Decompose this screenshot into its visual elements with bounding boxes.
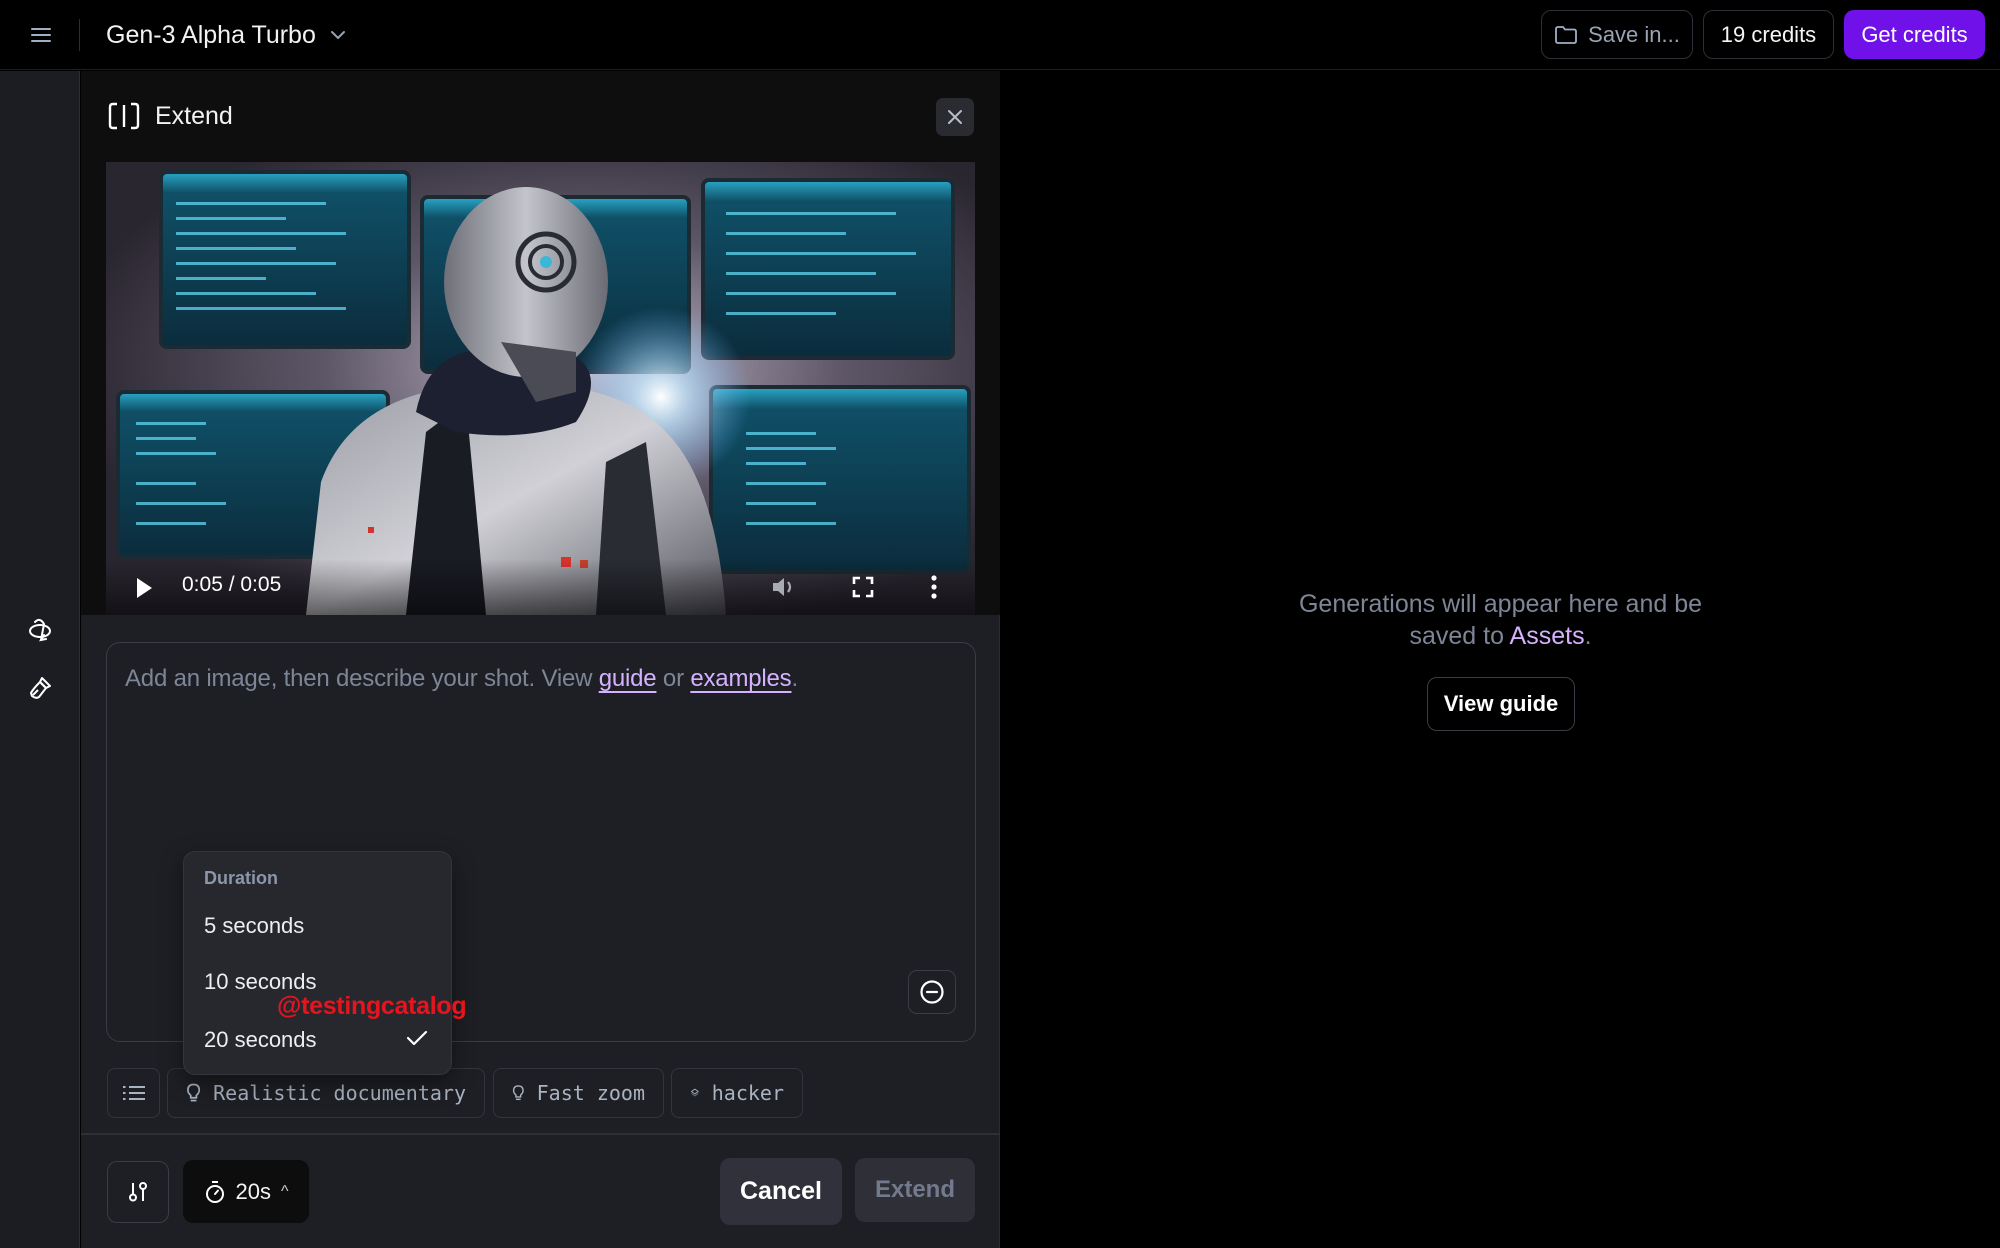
footer-divider	[81, 1133, 1000, 1135]
lightbulb-icon	[512, 1085, 524, 1101]
placeholder-period: .	[791, 665, 798, 692]
empty-line-2: saved to Assets.	[1001, 620, 2000, 652]
credits-label: 19 credits	[1720, 21, 1817, 47]
topbar-divider	[79, 19, 80, 51]
video-player[interactable]: 0:05 / 0:05	[106, 162, 975, 615]
left-rail	[0, 71, 80, 1248]
cancel-label: Cancel	[740, 1177, 822, 1205]
settings-button[interactable]	[107, 1161, 169, 1223]
more-vertical-icon	[931, 575, 937, 599]
video-more-button[interactable]	[924, 571, 944, 603]
panel-title-text: Extend	[155, 101, 233, 130]
model-selector[interactable]: Gen-3 Alpha Turbo	[106, 16, 346, 54]
duration-button[interactable]: 20s ^	[183, 1160, 309, 1223]
list-icon	[122, 1086, 145, 1100]
sliders-icon	[129, 1182, 147, 1202]
duration-dropdown: Duration 5 seconds 10 seconds 20 seconds	[183, 851, 452, 1075]
paintbrush-icon	[30, 677, 51, 699]
chip-label: hacker	[711, 1081, 784, 1105]
option-label: 20 seconds	[204, 1027, 317, 1052]
duration-menu-label: Duration	[204, 868, 278, 888]
menu-button[interactable]	[24, 20, 58, 50]
duration-value: 20s	[235, 1178, 271, 1204]
view-guide-label: View guide	[1443, 691, 1559, 716]
panel-title: Extend	[107, 101, 233, 131]
guide-link[interactable]: guide	[599, 665, 657, 692]
chip-label: Fast zoom	[536, 1081, 645, 1105]
placeholder-or: or	[656, 665, 691, 692]
option-label: 5 seconds	[204, 913, 305, 938]
play-icon	[137, 578, 152, 598]
rail-item-3d[interactable]	[24, 615, 56, 647]
fullscreen-button[interactable]	[847, 571, 879, 603]
chip-fast-zoom[interactable]: Fast zoom	[493, 1068, 664, 1118]
extend-button[interactable]: Extend	[855, 1158, 975, 1222]
lightbulb-icon	[187, 1083, 201, 1102]
close-button[interactable]	[936, 98, 974, 136]
stopwatch-icon	[205, 1180, 224, 1203]
duration-option-20s[interactable]: 20 seconds	[184, 1016, 450, 1064]
rail-item-paint[interactable]	[24, 672, 56, 704]
view-guide-button[interactable]: View guide	[1427, 677, 1575, 731]
video-time: 0:05 / 0:05	[182, 573, 282, 596]
empty-line-1: Generations will appear here and be	[1298, 590, 1703, 618]
generations-area: Generations will appear here and be save…	[1001, 71, 2000, 1248]
save-in-button[interactable]: Save in...	[1541, 10, 1693, 59]
duration-option-5s[interactable]: 5 seconds	[184, 902, 450, 950]
play-button[interactable]	[130, 573, 158, 603]
volume-button[interactable]	[768, 571, 802, 603]
model-name: Gen-3 Alpha Turbo	[106, 20, 316, 49]
hamburger-menu-icon	[31, 28, 51, 42]
chevron-up-icon: ^	[280, 1182, 289, 1200]
cancel-button[interactable]: Cancel	[720, 1158, 842, 1225]
close-icon	[948, 110, 962, 124]
folder-icon	[1555, 25, 1578, 44]
watermark: @testingcatalog	[277, 992, 467, 1020]
empty-line-2-suffix: .	[1584, 622, 1592, 650]
top-bar: Gen-3 Alpha Turbo Save in... 19 credits …	[0, 0, 2000, 70]
prompt-placeholder: Add an image, then describe your shot. V…	[125, 665, 798, 693]
credits-button[interactable]: 19 credits	[1703, 10, 1834, 59]
presets-list-button[interactable]	[107, 1068, 160, 1118]
volume-icon	[773, 578, 792, 596]
chevron-down-icon	[330, 31, 345, 40]
chip-hacker[interactable]: hacker	[671, 1068, 803, 1118]
3d-rotate-icon	[29, 618, 51, 642]
video-frame	[106, 162, 975, 615]
examples-link[interactable]: examples	[690, 665, 791, 692]
empty-line-2-prefix: saved to	[1409, 622, 1510, 650]
chip-realistic-documentary[interactable]: Realistic documentary	[167, 1068, 485, 1118]
check-icon	[406, 1030, 428, 1046]
extend-bracket-icon	[108, 102, 140, 130]
fullscreen-icon	[852, 576, 874, 598]
minus-circle-icon	[920, 980, 944, 1004]
clear-prompt-button[interactable]	[908, 970, 956, 1014]
layers-icon	[691, 1088, 699, 1097]
save-in-label: Save in...	[1588, 21, 1680, 47]
chip-label: Realistic documentary	[213, 1081, 466, 1105]
empty-state-message: Generations will appear here and be save…	[1001, 588, 2000, 652]
video-controls: 0:05 / 0:05	[106, 559, 975, 615]
get-credits-label: Get credits	[1861, 21, 1968, 47]
placeholder-text: Add an image, then describe your shot. V…	[125, 665, 599, 692]
get-credits-button[interactable]: Get credits	[1844, 10, 1985, 59]
assets-link[interactable]: Assets	[1510, 622, 1585, 650]
extend-label: Extend	[874, 1176, 955, 1203]
